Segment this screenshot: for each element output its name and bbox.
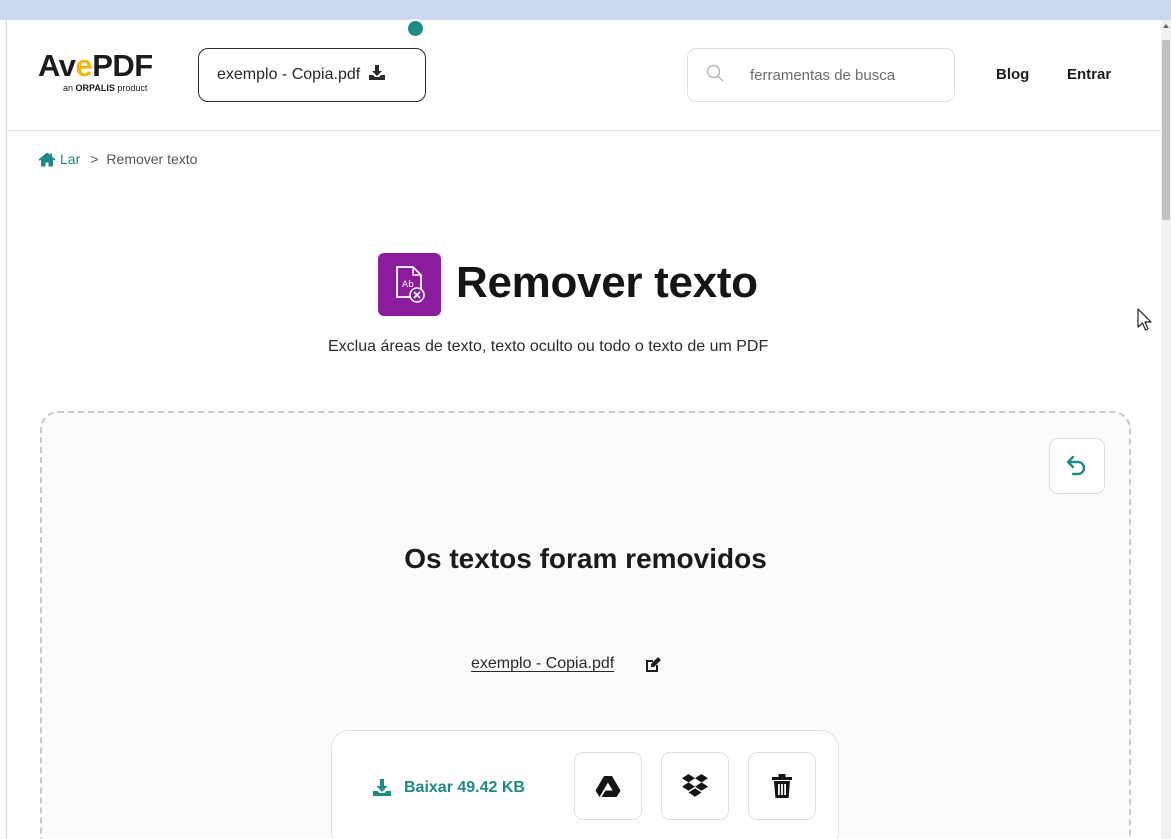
site-header: AvePDF an ORPALIS product exemplo - Copi… xyxy=(8,20,1161,131)
google-drive-icon xyxy=(595,776,621,797)
download-button[interactable]: Baixar 49.42 KB xyxy=(372,778,525,797)
download-icon xyxy=(368,64,386,86)
breadcrumb: Lar > Remover texto xyxy=(38,151,197,167)
logo-word-e: e xyxy=(75,48,93,83)
dropbox-icon xyxy=(682,774,708,797)
logo-tagline-suffix: product xyxy=(114,83,148,93)
breadcrumb-current: Remover texto xyxy=(106,151,198,167)
logo-wordmark: AvePDF xyxy=(38,50,188,81)
remove-text-icon: Ab xyxy=(378,253,441,316)
edit-filename-icon[interactable] xyxy=(644,656,662,673)
home-icon xyxy=(38,152,56,166)
search-input[interactable] xyxy=(750,66,930,84)
download-label: Baixar 49.42 KB xyxy=(404,778,525,796)
nav-blog-link[interactable]: Blog xyxy=(996,66,1029,83)
current-file-pill[interactable]: exemplo - Copia.pdf xyxy=(198,48,426,102)
result-filename-row: exemplo - Copia.pdf xyxy=(471,655,662,673)
scroll-up-arrow-icon[interactable] xyxy=(1163,24,1169,28)
logo-tagline: an ORPALIS product xyxy=(63,83,188,93)
search-icon xyxy=(706,64,724,87)
nav-login-link[interactable]: Entrar xyxy=(1067,66,1111,83)
window-left-edge xyxy=(0,20,7,839)
page-subtitle: Exclua áreas de texto, texto oculto ou t… xyxy=(328,338,769,355)
result-filename-link[interactable]: exemplo - Copia.pdf xyxy=(471,655,614,673)
breadcrumb-separator: > xyxy=(90,151,99,167)
restart-button[interactable] xyxy=(1049,438,1105,494)
mouse-cursor-icon xyxy=(1137,308,1153,337)
scrollbar-thumb[interactable] xyxy=(1162,40,1170,220)
tool-search-box[interactable] xyxy=(687,48,955,102)
breadcrumb-home-link[interactable]: Lar xyxy=(38,151,80,167)
result-title: Os textos foram removidos xyxy=(404,543,767,574)
logo-tagline-prefix: an xyxy=(63,83,76,93)
browser-top-strip xyxy=(0,0,1171,20)
save-to-google-drive-button[interactable] xyxy=(574,752,642,820)
file-status-dot xyxy=(406,19,425,38)
logo-tagline-brand: ORPALIS xyxy=(75,83,115,93)
trash-icon xyxy=(772,774,792,798)
avepdf-logo[interactable]: AvePDF an ORPALIS product xyxy=(38,50,188,102)
logo-word-left: Av xyxy=(38,48,76,83)
download-icon xyxy=(373,779,391,796)
breadcrumb-home-label: Lar xyxy=(60,151,81,167)
undo-icon xyxy=(1066,455,1086,476)
delete-file-button[interactable] xyxy=(748,752,816,820)
current-file-label: exemplo - Copia.pdf xyxy=(217,66,361,83)
svg-text:Ab: Ab xyxy=(402,280,414,290)
logo-word-right: PDF xyxy=(92,48,153,83)
page-title: Remover texto xyxy=(456,258,758,307)
save-to-dropbox-button[interactable] xyxy=(661,752,729,820)
